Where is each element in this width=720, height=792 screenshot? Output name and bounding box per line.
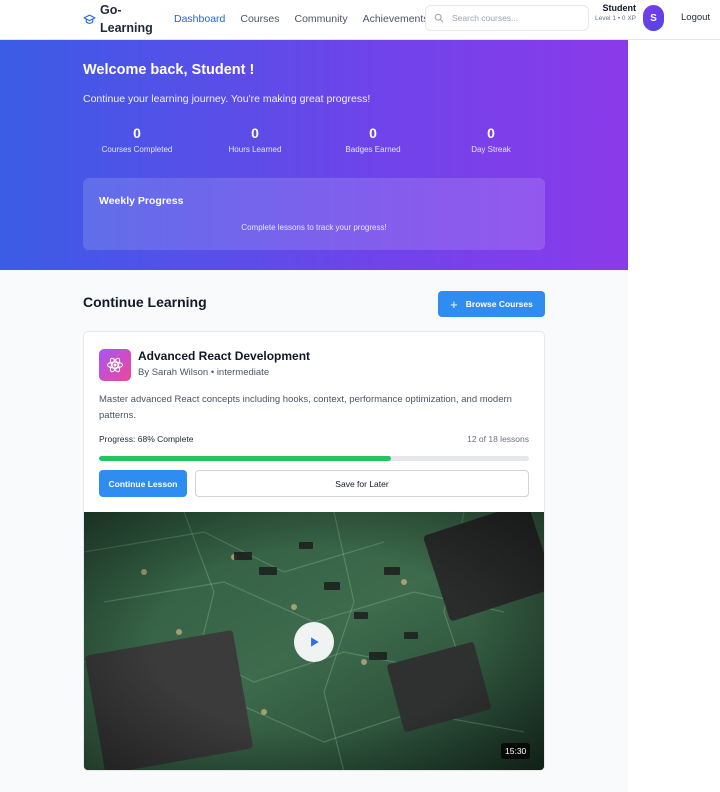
react-atom-icon — [106, 357, 124, 373]
main-nav: Dashboard Courses Community Achievements — [174, 12, 444, 26]
right-gutter — [628, 40, 720, 792]
dashboard-page: Go-Learning Dashboard Courses Community … — [0, 0, 720, 792]
user-info: Student Level 1 • 0 XP — [586, 3, 636, 24]
search-input[interactable] — [452, 13, 582, 23]
stat-label: Courses Completed — [101, 145, 173, 154]
lessons-count: 12 of 18 lessons — [467, 434, 529, 444]
nav-courses[interactable]: Courses — [240, 12, 279, 26]
stat-value: 0 — [487, 125, 495, 141]
welcome-title: Welcome back, Student ! — [83, 62, 255, 78]
user-name: Student — [602, 3, 637, 13]
stat-hours-learned: 0 Hours Learned — [195, 125, 315, 154]
stat-badges-earned: 0 Badges Earned — [313, 125, 433, 154]
course-meta: By Sarah Wilson • intermediate — [138, 367, 270, 378]
stat-value: 0 — [369, 125, 377, 141]
weekly-progress-panel: Weekly Progress Complete lessons to trac… — [83, 178, 545, 250]
stat-value: 0 — [251, 125, 259, 141]
nav-dashboard[interactable]: Dashboard — [174, 12, 225, 26]
progress-bar — [99, 456, 529, 461]
save-for-later-button[interactable]: Save for Later — [195, 470, 529, 497]
nav-community[interactable]: Community — [294, 12, 347, 26]
progress-label: Progress: 68% Complete — [99, 434, 194, 444]
top-header: Go-Learning Dashboard Courses Community … — [0, 0, 720, 40]
course-title[interactable]: Advanced React Development — [138, 349, 310, 363]
avatar[interactable]: S — [643, 5, 664, 31]
search-icon — [434, 13, 444, 23]
play-icon — [311, 637, 319, 647]
plus-icon: + — [450, 296, 458, 312]
main-content: Continue Learning + Browse Courses Advan… — [0, 270, 628, 792]
search-box — [425, 5, 589, 31]
user-level: Level 1 • 0 XP — [595, 15, 636, 22]
course-description: Master advanced React concepts including… — [99, 394, 512, 421]
welcome-subtitle: Continue your learning journey. You're m… — [83, 93, 371, 105]
course-video-thumbnail[interactable]: 15:30 — [84, 512, 544, 770]
graduation-cap-icon — [83, 14, 96, 24]
progress-bar-fill — [99, 456, 392, 461]
course-card: Advanced React Development By Sarah Wils… — [83, 331, 545, 771]
brand-logo[interactable]: Go-Learning — [83, 1, 160, 37]
welcome-hero: Welcome back, Student ! Continue your le… — [0, 40, 628, 270]
stat-label: Badges Earned — [345, 145, 401, 154]
weekly-progress-message: Complete lessons to track your progress! — [241, 223, 387, 232]
weekly-progress-title: Weekly Progress — [99, 195, 184, 207]
play-button[interactable] — [294, 622, 334, 662]
brand-name: Go-Learning — [100, 3, 153, 35]
stat-label: Hours Learned — [228, 145, 282, 154]
video-duration-badge: 15:30 — [501, 743, 531, 759]
nav-achievements[interactable]: Achievements — [363, 12, 429, 26]
stat-courses-completed: 0 Courses Completed — [77, 125, 197, 154]
course-icon — [99, 349, 131, 381]
stat-value: 0 — [133, 125, 141, 141]
continue-learning-title: Continue Learning — [83, 294, 207, 310]
stat-day-streak: 0 Day Streak — [431, 125, 551, 154]
browse-courses-button[interactable]: + Browse Courses — [438, 291, 545, 317]
logout-button[interactable]: Logout — [681, 12, 710, 23]
continue-lesson-button[interactable]: Continue Lesson — [99, 470, 187, 497]
browse-courses-label: Browse Courses — [465, 299, 533, 309]
stat-label: Day Streak — [471, 145, 511, 154]
